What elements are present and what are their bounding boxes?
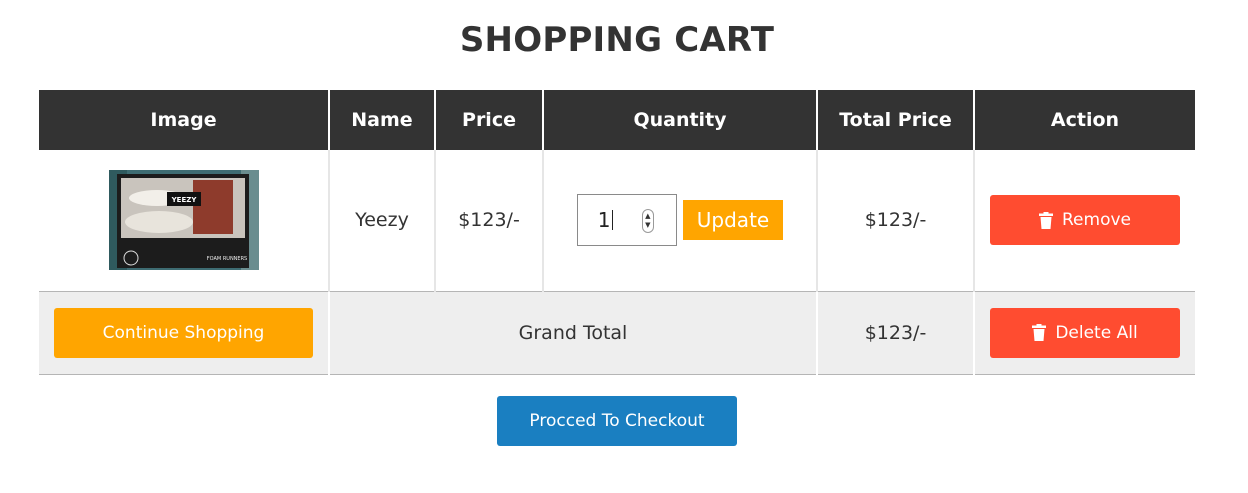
continue-cell: Continue Shopping [39, 291, 330, 375]
delete-all-button[interactable]: Delete All [990, 307, 1180, 358]
trash-icon [1039, 211, 1053, 229]
header-total-price: Total Price [817, 90, 975, 150]
remove-button[interactable]: Remove [990, 195, 1180, 246]
delete-all-cell: Delete All [974, 291, 1195, 375]
quantity-input[interactable]: 1 ▲ ▼ [576, 194, 677, 247]
header-action: Action [974, 90, 1195, 150]
quantity-value: 1 [597, 208, 611, 233]
product-image: YEEZY FOAM RUNNERS [108, 170, 259, 271]
trash-icon [1032, 324, 1047, 341]
update-button[interactable]: Update [682, 200, 784, 241]
quantity-cell: 1 ▲ ▼ Update [543, 150, 818, 292]
product-total-price: $123/- [817, 150, 975, 292]
table-header-row: Image Name Price Quantity Total Price Ac… [39, 90, 1195, 150]
image-caption-bottom: FOAM RUNNERS [206, 256, 246, 262]
grand-total-label: Grand Total [329, 291, 818, 375]
text-caret [611, 210, 613, 231]
delete-all-label: Delete All [1055, 322, 1138, 343]
header-quantity: Quantity [543, 90, 818, 150]
continue-shopping-button[interactable]: Continue Shopping [54, 307, 313, 358]
header-name: Name [329, 90, 436, 150]
grand-total-value: $123/- [817, 291, 975, 375]
table-row: YEEZY FOAM RUNNERS Yeezy $123/- 1 ▲ ▼ Up… [39, 150, 1195, 292]
checkout-button[interactable]: Procced To Checkout [497, 396, 737, 446]
quantity-spinner[interactable]: ▲ ▼ [641, 209, 654, 234]
chevron-down-icon[interactable]: ▼ [645, 221, 650, 230]
image-caption-top: YEEZY [170, 196, 197, 204]
grand-total-row: Continue Shopping Grand Total $123/- Del… [39, 291, 1195, 375]
remove-label: Remove [1062, 210, 1131, 231]
product-name: Yeezy [329, 150, 436, 292]
product-price: $123/- [435, 150, 544, 292]
action-cell: Remove [974, 150, 1195, 292]
header-price: Price [435, 90, 544, 150]
chevron-up-icon[interactable]: ▲ [645, 212, 650, 221]
cart-table: Image Name Price Quantity Total Price Ac… [39, 90, 1195, 375]
page-title: SHOPPING CART [459, 20, 775, 60]
image-cell: YEEZY FOAM RUNNERS [39, 150, 330, 292]
header-image: Image [39, 90, 330, 150]
